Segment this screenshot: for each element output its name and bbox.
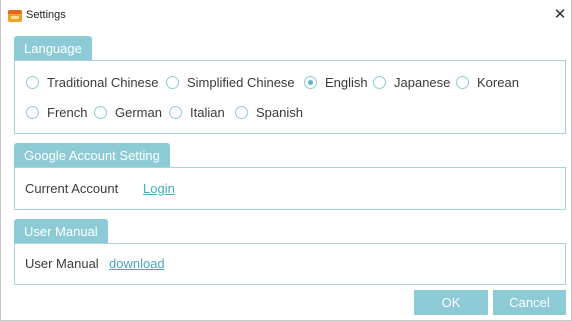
radio-button-icon[interactable] (26, 106, 39, 119)
language-option-french[interactable]: French (26, 105, 87, 120)
settings-window: Settings ✕ Language Traditional Chinese … (0, 0, 572, 321)
radio-button-icon[interactable] (166, 76, 179, 89)
option-label: Simplified Chinese (187, 75, 295, 90)
option-label: English (325, 75, 368, 90)
cancel-button[interactable]: Cancel (493, 290, 566, 315)
language-tab: Language (14, 36, 92, 61)
language-option-korean[interactable]: Korean (456, 75, 519, 90)
language-option-italian[interactable]: Italian (169, 105, 225, 120)
radio-button-icon[interactable] (169, 106, 182, 119)
language-panel (14, 60, 566, 134)
window-title: Settings (26, 9, 66, 21)
language-option-english[interactable]: English (304, 75, 368, 90)
option-label: Korean (477, 75, 519, 90)
language-option-simplified-chinese[interactable]: Simplified Chinese (166, 75, 295, 90)
option-label: German (115, 105, 162, 120)
user-manual-label: User Manual (25, 256, 99, 271)
ok-button[interactable]: OK (414, 290, 488, 315)
title-bar: Settings ✕ (1, 0, 572, 32)
login-link[interactable]: Login (143, 181, 175, 196)
current-account-label: Current Account (25, 181, 119, 196)
language-option-spanish[interactable]: Spanish (235, 105, 303, 120)
download-link[interactable]: download (109, 256, 165, 271)
language-option-traditional-chinese[interactable]: Traditional Chinese (26, 75, 159, 90)
option-label: Spanish (256, 105, 303, 120)
option-label: Traditional Chinese (47, 75, 159, 90)
radio-button-icon[interactable] (235, 106, 248, 119)
radio-button-icon[interactable] (373, 76, 386, 89)
language-option-japanese[interactable]: Japanese (373, 75, 450, 90)
user-manual-tab: User Manual (14, 219, 108, 244)
settings-app-icon (8, 10, 22, 22)
option-label: Japanese (394, 75, 451, 90)
language-option-german[interactable]: German (94, 105, 162, 120)
radio-button-selected-icon[interactable] (304, 76, 317, 89)
google-account-tab: Google Account Setting (14, 143, 170, 168)
option-label: French (47, 105, 88, 120)
radio-button-icon[interactable] (26, 76, 39, 89)
radio-button-icon[interactable] (94, 106, 107, 119)
close-icon[interactable]: ✕ (550, 5, 570, 25)
radio-button-icon[interactable] (456, 76, 469, 89)
option-label: Italian (190, 105, 225, 120)
